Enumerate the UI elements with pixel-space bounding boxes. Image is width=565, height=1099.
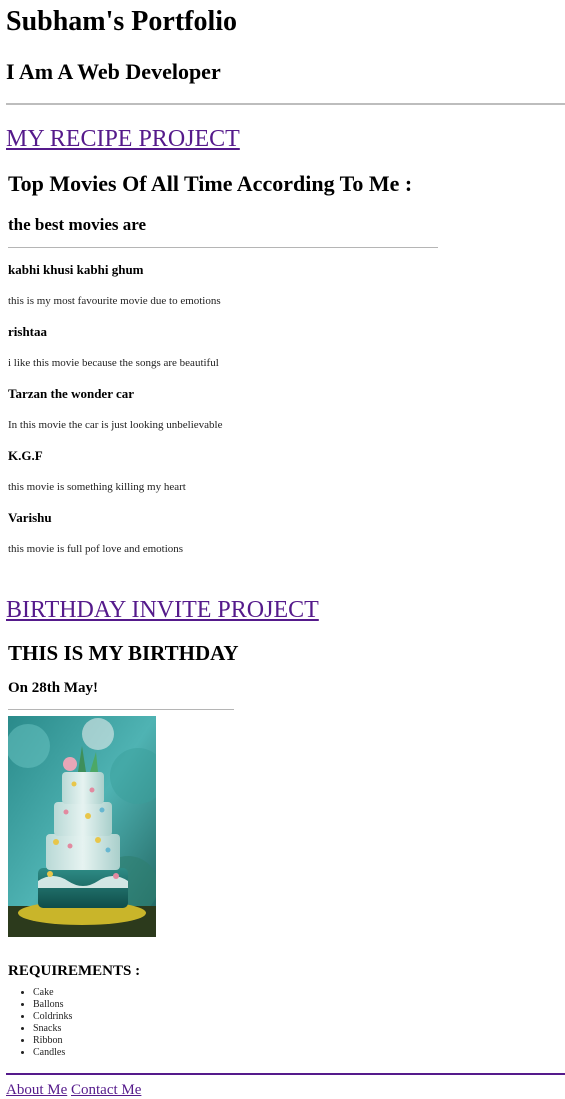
birthday-project-link[interactable]: BIRTHDAY INVITE PROJECT [6,596,319,624]
list-item: Ballons [33,999,565,1011]
recipe-project-link[interactable]: MY RECIPE PROJECT [6,125,240,153]
movie-item: K.G.F this movie is something killing my… [8,432,565,494]
list-item: Snacks [33,1023,565,1035]
birthday-project-frame: THIS IS MY BIRTHDAY On 28th May! REQUIRE… [8,624,565,1059]
movies-title: Top Movies Of All Time According To Me : [8,171,413,196]
movie-description: In this movie the car is just looking un… [8,419,223,431]
movie-item: kabhi khusi kabhi ghum this is my most f… [8,248,565,308]
cake-image [8,716,156,937]
movie-name: Tarzan the wonder car [8,386,135,401]
movie-item: Tarzan the wonder car In this movie the … [8,370,565,432]
birthday-title: THIS IS MY BIRTHDAY [8,641,239,665]
movie-item: rishtaa i like this movie because the so… [8,308,565,370]
movie-description: this movie is full pof love and emotions [8,543,184,555]
movie-name: rishtaa [8,324,47,339]
movie-name: kabhi khusi kabhi ghum [8,262,144,277]
page: Subham's Portfolio I Am A Web Developer … [0,0,565,1099]
requirements-list: Cake Ballons Coldrinks Snacks Ribbon Can… [8,981,565,1059]
movie-description: i like this movie because the songs are … [8,357,219,369]
movie-name: K.G.F [8,448,43,463]
contact-me-link[interactable]: Contact Me [71,1082,141,1098]
page-title: Subham's Portfolio [6,6,238,37]
recipe-project-frame: Top Movies Of All Time According To Me :… [8,153,565,556]
movie-description: this is my most favourite movie due to e… [8,295,221,307]
page-subtitle: I Am A Web Developer [6,59,221,84]
about-me-link[interactable]: About Me [6,1082,67,1098]
list-item: Cake [33,987,565,999]
list-item: Ribbon [33,1035,565,1047]
movie-name: Varishu [8,510,52,525]
birthday-divider [8,709,234,710]
birthday-date: On 28th May! [8,680,98,696]
list-item: Candles [33,1047,565,1059]
footer-nav: About Me Contact Me [6,1075,565,1099]
movie-description: this movie is something killing my heart [8,481,186,493]
movie-item: Varishu this movie is full pof love and … [8,494,565,556]
list-item: Coldrinks [33,1011,565,1023]
movies-subtitle: the best movies are [8,215,147,234]
requirements-title: REQUIREMENTS : [8,963,141,979]
header-divider [6,103,565,105]
